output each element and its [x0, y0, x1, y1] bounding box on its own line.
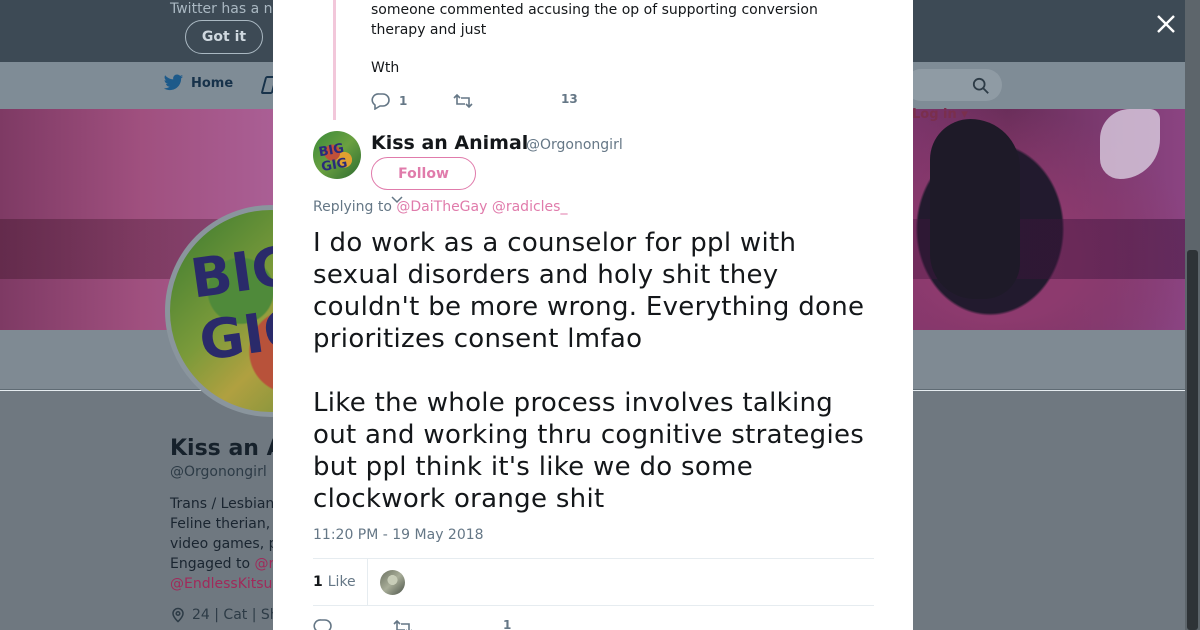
- reply-icon: [313, 619, 332, 630]
- nav-home-link[interactable]: Home: [163, 74, 233, 92]
- mention-link[interactable]: @radicles_: [492, 199, 568, 215]
- close-icon[interactable]: [1155, 13, 1177, 35]
- search-icon[interactable]: [972, 77, 990, 95]
- parent-tweet-text: someone commented accusing the op of sup…: [371, 2, 818, 38]
- bio-line: video games, p: [170, 536, 278, 552]
- liker-avatar[interactable]: [379, 569, 405, 595]
- bio-line: Trans / Lesbian: [170, 496, 275, 512]
- tweet-timestamp[interactable]: 11:20 PM - 19 May 2018: [313, 527, 484, 543]
- parent-tweet-actions: 1 13: [371, 92, 671, 120]
- like-button[interactable]: 1: [503, 618, 511, 630]
- avatar-art: BIG GIG: [317, 141, 349, 176]
- follow-button[interactable]: Follow: [371, 157, 476, 190]
- reply-button[interactable]: 1: [371, 92, 407, 110]
- profile-handle[interactable]: @Orgonongirl: [170, 464, 267, 480]
- login-label: Log in: [912, 107, 957, 122]
- parent-tweet-text-2: Wth: [371, 60, 400, 76]
- bio-text: Engaged to: [170, 556, 255, 572]
- bio-line: Engaged to @r: [170, 554, 280, 574]
- divider: [313, 605, 874, 606]
- bio-mention[interactable]: @r: [255, 556, 275, 572]
- notice-text: Twitter has a n: [170, 1, 273, 17]
- likes-count: 1: [313, 574, 323, 590]
- tweet-paragraph: I do work as a counselor for ppl with se…: [313, 228, 865, 354]
- banner-shape: [930, 119, 1020, 299]
- scrollbar-thumb[interactable]: [1187, 250, 1198, 630]
- retweet-button[interactable]: [453, 92, 473, 110]
- bird-icon: [163, 74, 184, 91]
- like-count: 13: [561, 92, 578, 106]
- tweet-modal: someone commented accusing the op of sup…: [273, 0, 913, 630]
- location-text: 24 | Cat | Sh: [192, 607, 279, 623]
- replying-to: Replying to @DaiTheGay @radicles_: [313, 199, 567, 215]
- profile-location: 24 | Cat | Sh: [170, 607, 279, 623]
- retweet-button[interactable]: [393, 618, 413, 630]
- tweet-actions: 1: [313, 618, 613, 630]
- likes-row[interactable]: 1 Like: [313, 559, 405, 605]
- reply-count: 1: [399, 94, 408, 108]
- tweet-text: I do work as a counselor for ppl with se…: [313, 227, 873, 547]
- login-link[interactable]: Log in ▾: [912, 107, 968, 122]
- replying-to-label: Replying to: [313, 199, 392, 215]
- retweet-icon: [453, 93, 473, 109]
- reply-button[interactable]: [313, 618, 333, 630]
- profile-bio: Trans / Lesbian Feline therian, video ga…: [170, 494, 280, 594]
- bio-line: Feline therian,: [170, 516, 271, 532]
- mention-link[interactable]: @DaiTheGay: [396, 199, 487, 215]
- author-name[interactable]: Kiss an Animal: [371, 132, 528, 154]
- retweet-icon: [393, 619, 412, 630]
- thread-connector: [333, 0, 336, 120]
- like-button[interactable]: 13: [561, 92, 578, 106]
- nav-home-label: Home: [191, 75, 234, 91]
- banner-shape-light: [1100, 109, 1160, 179]
- profile-name: Kiss an A: [170, 436, 284, 461]
- reply-icon: [371, 93, 390, 110]
- author-handle[interactable]: @Orgonongirl: [526, 137, 623, 153]
- bio-mention[interactable]: @EndlessKitsu: [170, 574, 280, 594]
- tweet-paragraph: Like the whole process involves talking …: [313, 388, 865, 514]
- got-it-button[interactable]: Got it: [185, 20, 263, 54]
- likes-label: Like: [328, 559, 368, 605]
- location-icon: [172, 607, 184, 623]
- like-count: 1: [503, 618, 512, 630]
